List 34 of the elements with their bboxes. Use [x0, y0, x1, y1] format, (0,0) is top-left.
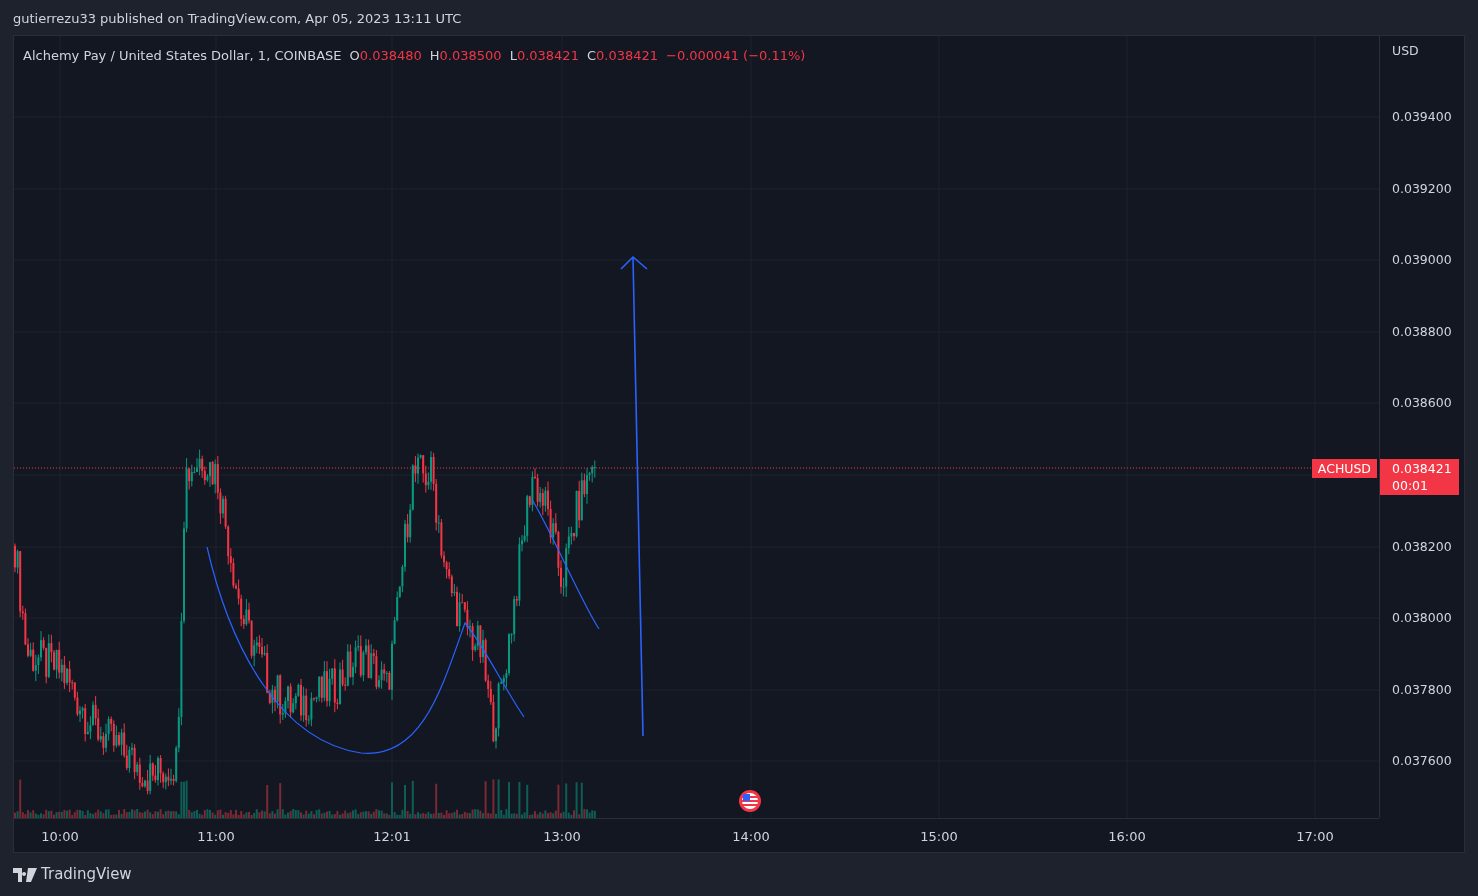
- ohlc-value: 0.038421: [596, 48, 658, 63]
- price-tick: 0.037800: [1392, 680, 1452, 699]
- ohlc-value: 0.038480: [359, 48, 422, 63]
- ohlc-label: C: [586, 48, 596, 63]
- price-tick: 0.039400: [1392, 107, 1452, 126]
- time-tick: 13:00: [543, 828, 581, 846]
- time-tick: 17:00: [1296, 828, 1334, 846]
- ohlc-label: H: [429, 48, 440, 63]
- price-tick: 0.038200: [1392, 537, 1452, 556]
- time-tick: 16:00: [1108, 828, 1146, 846]
- price-tick: 0.038800: [1392, 322, 1452, 341]
- symbol-title: Alchemy Pay / United States Dollar, 1, COINBASE: [23, 48, 342, 63]
- ohlc-label: O: [349, 48, 360, 63]
- time-tick: 10:00: [41, 828, 79, 846]
- price-tick: 0.037600: [1392, 751, 1452, 770]
- time-tick: 14:00: [732, 828, 770, 846]
- ohlc-value: 0.038421: [516, 48, 579, 63]
- flag-icon[interactable]: [739, 790, 761, 812]
- brand-name: TradingView: [41, 864, 132, 886]
- price-tick: 0.039200: [1392, 179, 1452, 198]
- symbol-tag: ACHUSD: [1311, 459, 1377, 478]
- last-price-tag: 0.038421 00:01: [1380, 459, 1459, 495]
- currency-label: USD: [1392, 41, 1419, 60]
- time-tick: 12:01: [373, 828, 411, 846]
- price-tick: 0.039000: [1392, 250, 1452, 269]
- logo-icon: [13, 867, 37, 882]
- price-tick: 0.038000: [1392, 608, 1452, 627]
- time-tick: 11:00: [197, 828, 235, 846]
- price-tick: 0.038600: [1392, 393, 1452, 412]
- time-tick: 15:00: [920, 828, 958, 846]
- publisher-caption: gutierrezu33 published on TradingView.com, Apr 05, 2023 13:11 UTC: [13, 10, 463, 28]
- change-value: −0.000041 (−0.11%): [666, 48, 806, 63]
- ohlc-label: L: [509, 48, 517, 63]
- ohlc-value: 0.038500: [439, 48, 502, 63]
